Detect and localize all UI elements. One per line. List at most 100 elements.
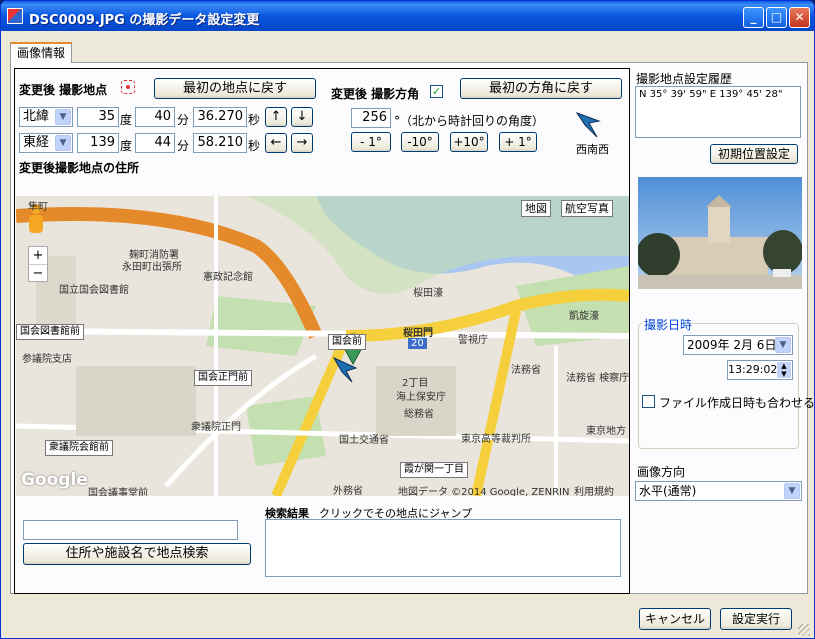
direction-checkbox[interactable]: ✓ xyxy=(430,85,443,98)
datetime-group-label: 撮影日時 xyxy=(642,316,695,333)
minimize-button[interactable]: _ xyxy=(743,7,764,28)
map-view[interactable]: + − 地図 航空写真 隼町 麹町消防署 永田町出張所 憲政記念館 国立国会図書… xyxy=(16,196,629,496)
target-icon xyxy=(121,80,135,94)
longitude-direction-select[interactable]: 東経 ▼ xyxy=(19,133,73,153)
window-title: DSC0009.JPG の撮影データ設定変更 xyxy=(29,13,260,28)
time-down-icon[interactable]: ▼ xyxy=(777,370,791,378)
map-label: 国会議事堂前 xyxy=(88,488,148,496)
map-label: 桜田門 xyxy=(403,328,433,339)
latitude-seconds-input[interactable]: 36.270 xyxy=(193,107,247,127)
time-stepper[interactable]: 13:29:02 ▲ ▼ xyxy=(727,360,793,380)
orientation-label: 画像方向 xyxy=(637,465,686,479)
map-copyright: 地図データ ©2014 Google, ZENRIN xyxy=(398,487,570,496)
compass-direction-label: 西南西 xyxy=(576,143,609,156)
map-label: 東京高等裁判所 xyxy=(461,434,531,445)
map-label: 桜田濠 xyxy=(413,288,443,299)
map-label: 衆議院正門 xyxy=(191,422,241,433)
match-file-date-checkbox[interactable] xyxy=(642,395,655,408)
map-label: 東京地方 xyxy=(586,426,626,437)
map-label: 永田町出張所 xyxy=(122,262,182,273)
direction-heading: 変更後 撮影方角 xyxy=(331,87,420,101)
dialog-window: DSC0009.JPG の撮影データ設定変更 _ □ ✕ 画像情報 変更後 撮影… xyxy=(0,0,815,639)
map-label: 警視庁 xyxy=(458,335,488,346)
reset-location-button[interactable]: 最初の地点に戻す xyxy=(154,78,316,99)
search-results-list[interactable] xyxy=(265,519,621,577)
tab-image-info[interactable]: 画像情報 xyxy=(10,42,72,63)
deg-unit: 度 xyxy=(120,113,133,127)
zoom-in-button[interactable]: + xyxy=(29,247,47,264)
map-label: 衆議院会館前 xyxy=(45,440,113,456)
orientation-value: 水平(通常) xyxy=(639,484,697,498)
sec-unit: 秒 xyxy=(248,113,261,127)
minus-1-button[interactable]: - 1° xyxy=(351,132,391,152)
map-label: 法務省 検察庁 xyxy=(566,373,629,384)
zoom-out-button[interactable]: − xyxy=(29,264,47,281)
compass-arrow-icon xyxy=(575,112,601,138)
map-label: 参議院支店 xyxy=(22,354,72,365)
move-west-button[interactable]: ← xyxy=(265,133,287,153)
date-picker[interactable]: 2009年 2月 6日 ▼ xyxy=(683,335,793,355)
chevron-down-icon: ▼ xyxy=(775,337,791,353)
resize-grip-icon[interactable] xyxy=(798,624,810,636)
longitude-degrees-input[interactable]: 139 xyxy=(77,133,119,153)
address-label: 変更後撮影地点の住所 xyxy=(19,161,140,175)
map-label: 霞が関一丁目 xyxy=(400,462,468,478)
plus-1-button[interactable]: + 1° xyxy=(499,132,537,152)
map-label: 国土交通省 xyxy=(339,435,389,446)
search-input[interactable] xyxy=(23,520,238,540)
orientation-select[interactable]: 水平(通常) ▼ xyxy=(635,481,802,501)
time-up-icon[interactable]: ▲ xyxy=(777,362,791,370)
map-label: 国立国会図書館 xyxy=(59,285,129,296)
min-unit: 分 xyxy=(177,113,190,127)
cancel-button[interactable]: キャンセル xyxy=(639,608,711,630)
apply-button[interactable]: 設定実行 xyxy=(720,608,792,630)
google-logo: Google xyxy=(21,470,88,490)
latitude-minutes-input[interactable]: 40 xyxy=(135,107,175,127)
history-label: 撮影地点設定履歴 xyxy=(636,72,733,86)
map-label: 国会図書館前 xyxy=(16,324,84,340)
map-label: 国会前 xyxy=(328,334,366,350)
history-entry[interactable]: N 35° 39' 59" E 139° 45' 28" xyxy=(639,89,782,100)
longitude-seconds-input[interactable]: 58.210 xyxy=(193,133,247,153)
map-label: 隼町 xyxy=(28,202,48,213)
date-value: 2009年 2月 6日 xyxy=(687,338,777,352)
chevron-down-icon: ▼ xyxy=(55,135,71,151)
maximize-button[interactable]: □ xyxy=(766,7,787,28)
plus-10-button[interactable]: +10° xyxy=(450,132,488,152)
chevron-down-icon: ▼ xyxy=(784,483,800,499)
map-label: 外務省 xyxy=(333,486,363,496)
init-position-button[interactable]: 初期位置設定 xyxy=(710,144,798,164)
map-label: 国会正門前 xyxy=(194,370,252,386)
map-type-button[interactable]: 地図 xyxy=(521,200,551,217)
map-terms-link[interactable]: 利用規約 xyxy=(574,483,614,496)
chevron-down-icon: ▼ xyxy=(55,109,71,125)
photo-thumbnail xyxy=(638,177,802,289)
longitude-direction-value: 東経 xyxy=(23,135,50,150)
map-label: 20 xyxy=(408,338,427,349)
zoom-control: + − xyxy=(28,246,48,282)
title-bar: DSC0009.JPG の撮影データ設定変更 _ □ ✕ xyxy=(1,1,814,31)
latitude-direction-value: 北緯 xyxy=(23,109,50,124)
longitude-minutes-input[interactable]: 44 xyxy=(135,133,175,153)
minus-10-button[interactable]: -10° xyxy=(401,132,439,152)
map-label: 凱旋濠 xyxy=(569,311,599,322)
move-east-button[interactable]: → xyxy=(291,133,313,153)
history-list[interactable]: N 35° 39' 59" E 139° 45' 28" xyxy=(635,86,801,138)
direction-note: °（北から時計回りの角度） xyxy=(394,114,545,128)
min-unit: 分 xyxy=(177,139,190,153)
map-label: 総務省 xyxy=(404,409,434,420)
map-label: 法務省 xyxy=(511,365,541,376)
location-heading: 変更後 撮影地点 xyxy=(19,83,108,97)
close-button[interactable]: ✕ xyxy=(789,7,810,28)
direction-angle-input[interactable]: 256 xyxy=(351,108,391,128)
reset-direction-button[interactable]: 最初の方角に戻す xyxy=(460,78,622,99)
search-location-button[interactable]: 住所や施設名で地点検索 xyxy=(23,543,251,565)
deg-unit: 度 xyxy=(120,139,133,153)
time-value: 13:29:02 xyxy=(728,363,778,376)
move-south-button[interactable]: ↓ xyxy=(291,107,313,127)
match-file-date-label: ファイル作成日時も合わせる xyxy=(659,396,815,410)
latitude-degrees-input[interactable]: 35 xyxy=(77,107,119,127)
latitude-direction-select[interactable]: 北緯 ▼ xyxy=(19,107,73,127)
move-north-button[interactable]: ↑ xyxy=(265,107,287,127)
satellite-type-button[interactable]: 航空写真 xyxy=(561,200,613,217)
